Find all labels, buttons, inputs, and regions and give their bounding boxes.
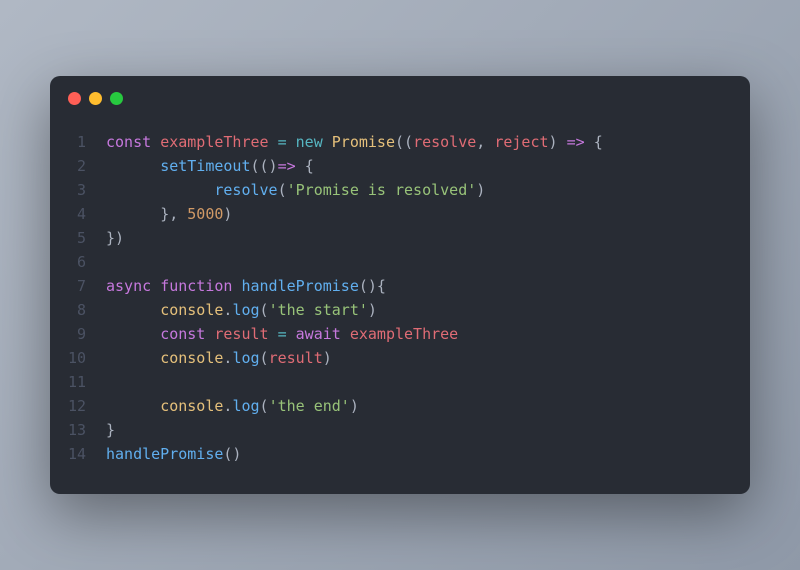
- code-content: resolve('Promise is resolved'): [106, 178, 485, 202]
- line-number: 13: [50, 418, 106, 442]
- line-number: 3: [50, 178, 106, 202]
- minimize-icon[interactable]: [89, 92, 102, 105]
- code-line: 2 setTimeout(()=> {: [50, 154, 750, 178]
- line-number: 6: [50, 250, 106, 274]
- code-line: 9 const result = await exampleThree: [50, 322, 750, 346]
- code-content: console.log('the end'): [106, 394, 359, 418]
- code-line: 4 }, 5000): [50, 202, 750, 226]
- line-number: 1: [50, 130, 106, 154]
- code-content: setTimeout(()=> {: [106, 154, 314, 178]
- line-number: 9: [50, 322, 106, 346]
- code-line: 6: [50, 250, 750, 274]
- code-content: console.log('the start'): [106, 298, 377, 322]
- code-line: 11: [50, 370, 750, 394]
- line-number: 8: [50, 298, 106, 322]
- code-line: 13 }: [50, 418, 750, 442]
- titlebar: [50, 76, 750, 120]
- code-content: async function handlePromise(){: [106, 274, 386, 298]
- code-content: }): [106, 226, 124, 250]
- code-line: 3 resolve('Promise is resolved'): [50, 178, 750, 202]
- line-number: 7: [50, 274, 106, 298]
- line-number: 5: [50, 226, 106, 250]
- line-number: 4: [50, 202, 106, 226]
- line-number: 12: [50, 394, 106, 418]
- close-icon[interactable]: [68, 92, 81, 105]
- line-number: 11: [50, 370, 106, 394]
- code-content: console.log(result): [106, 346, 332, 370]
- maximize-icon[interactable]: [110, 92, 123, 105]
- code-line: 12 console.log('the end'): [50, 394, 750, 418]
- code-content: const exampleThree = new Promise((resolv…: [106, 130, 603, 154]
- code-line: 10 console.log(result): [50, 346, 750, 370]
- code-content: handlePromise(): [106, 442, 241, 466]
- line-number: 10: [50, 346, 106, 370]
- code-line: 7 async function handlePromise(){: [50, 274, 750, 298]
- code-window: 1 const exampleThree = new Promise((reso…: [50, 76, 750, 494]
- code-line: 5 }): [50, 226, 750, 250]
- code-line: 14 handlePromise(): [50, 442, 750, 466]
- code-content: const result = await exampleThree: [106, 322, 458, 346]
- line-number: 14: [50, 442, 106, 466]
- code-content: }: [106, 418, 115, 442]
- code-area: 1 const exampleThree = new Promise((reso…: [50, 120, 750, 494]
- code-line: 8 console.log('the start'): [50, 298, 750, 322]
- code-content: }, 5000): [106, 202, 232, 226]
- line-number: 2: [50, 154, 106, 178]
- code-line: 1 const exampleThree = new Promise((reso…: [50, 130, 750, 154]
